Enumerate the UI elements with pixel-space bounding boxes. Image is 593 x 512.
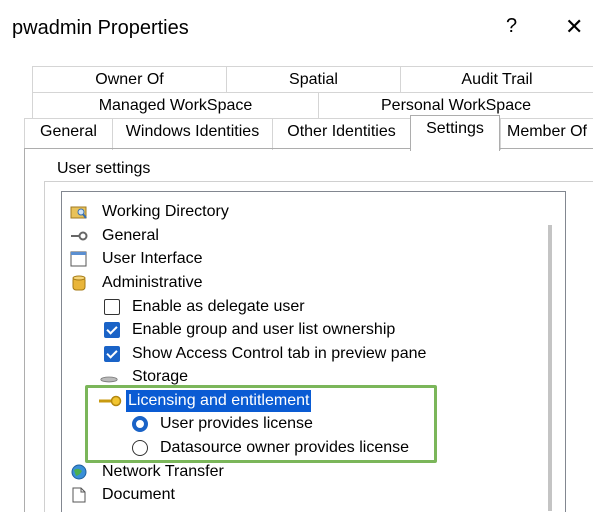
tab-general[interactable]: General bbox=[24, 119, 112, 150]
globe-icon bbox=[71, 464, 87, 480]
tab-row-3: General Windows Identities Other Identit… bbox=[24, 115, 593, 151]
storage-icon bbox=[100, 376, 118, 383]
tab-spatial[interactable]: Spatial bbox=[226, 67, 400, 93]
folder-search-icon bbox=[70, 206, 87, 219]
tab-owner-of[interactable]: Owner Of bbox=[32, 67, 226, 93]
tab-row-1: Owner Of Spatial Audit Trail bbox=[32, 66, 593, 93]
tab-managed-workspace[interactable]: Managed WorkSpace bbox=[32, 93, 318, 119]
tab-settings[interactable]: Settings bbox=[410, 115, 500, 151]
tab-other-identities[interactable]: Other Identities bbox=[272, 119, 410, 150]
checkbox-checked[interactable] bbox=[104, 322, 120, 338]
help-button[interactable]: ? bbox=[506, 15, 517, 38]
close-button[interactable]: ✕ bbox=[565, 14, 583, 40]
highlight-annotation-box bbox=[85, 385, 437, 463]
checkbox-checked[interactable] bbox=[104, 346, 120, 362]
window-icon bbox=[70, 251, 87, 267]
checkbox-unchecked[interactable] bbox=[104, 299, 120, 315]
tab-member-of[interactable]: Member Of bbox=[500, 119, 593, 150]
tab-row-2: Managed WorkSpace Personal WorkSpace bbox=[32, 92, 593, 119]
key-icon bbox=[71, 231, 88, 241]
document-icon bbox=[72, 487, 86, 503]
window-title: pwadmin Properties bbox=[12, 17, 189, 39]
tree-scrollbar[interactable] bbox=[548, 225, 552, 511]
tab-strip: Owner Of Spatial Audit Trail Managed Wor… bbox=[0, 66, 593, 151]
database-icon bbox=[72, 275, 86, 291]
group-label: User settings bbox=[54, 160, 154, 178]
title-bar: pwadmin Properties ? ✕ bbox=[0, 0, 593, 58]
properties-dialog: pwadmin Properties ? ✕ Owner Of Spatial … bbox=[0, 0, 593, 512]
tab-audit-trail[interactable]: Audit Trail bbox=[400, 67, 593, 93]
tab-windows-identities[interactable]: Windows Identities bbox=[112, 119, 272, 150]
